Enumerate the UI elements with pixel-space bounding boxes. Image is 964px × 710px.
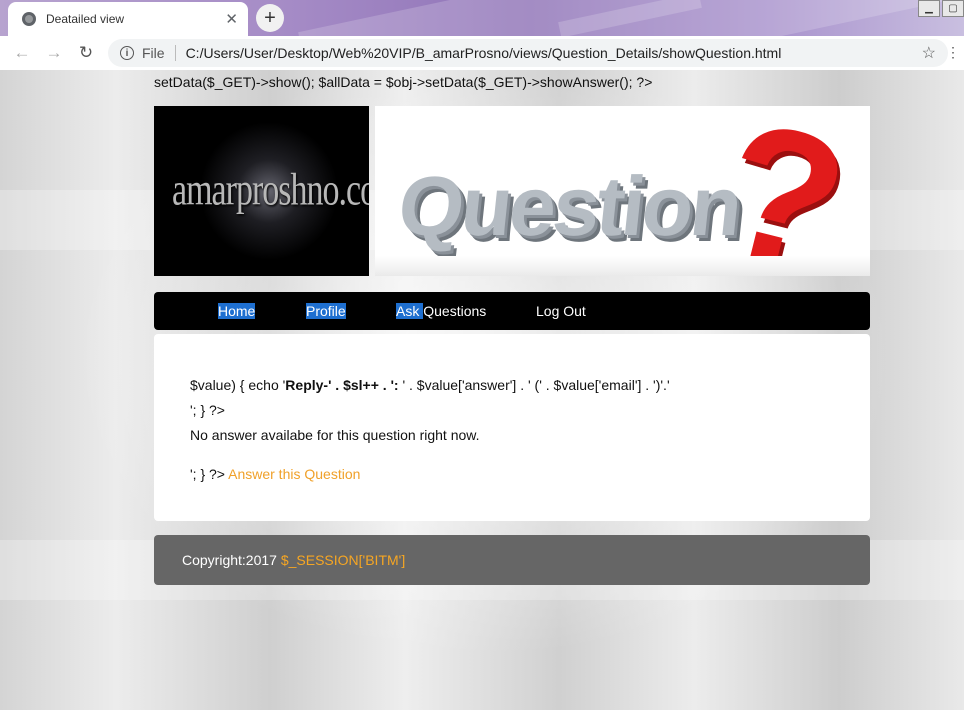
url-scheme-label: File (142, 45, 165, 61)
answers-panel: $value) { echo 'Reply-' . $sl++ . ': ' .… (154, 334, 870, 521)
tab-title: Deatailed view (46, 12, 125, 26)
reload-icon[interactable]: ↻ (70, 43, 102, 63)
php-close-line: '; } ?> (190, 402, 225, 418)
globe-icon (22, 12, 36, 26)
close-tab-icon[interactable]: ✕ (225, 10, 238, 28)
browser-tab[interactable]: Deatailed view ✕ (8, 2, 248, 36)
answer-line-bold: Reply-' . $sl++ . ': (285, 377, 399, 393)
answer-line-pre: $value) { echo ' (190, 377, 286, 393)
bookmark-star-icon[interactable]: ☆ (922, 43, 936, 63)
minimize-button[interactable]: ▁ (918, 0, 940, 17)
answer-link-line: '; } ?> Answer this Question (190, 466, 360, 482)
nav-home[interactable]: Home (218, 303, 256, 319)
maximize-button[interactable]: ▢ (942, 0, 964, 17)
site-logo-text: amarproshno.com (172, 165, 369, 216)
nav-ask-suffix: Questions (423, 303, 487, 319)
address-bar[interactable]: i File C:/Users/User/Desktop/Web%20VIP/B… (108, 39, 948, 67)
new-tab-button[interactable]: + (256, 4, 284, 32)
answer-template-line: $value) { echo 'Reply-' . $sl++ . ': ' .… (190, 377, 670, 393)
no-answer-message: No answer availabe for this question rig… (190, 427, 480, 443)
back-arrow-icon[interactable]: ← (6, 43, 38, 63)
question-banner-image: Question ? (375, 106, 870, 276)
copyright-text: Copyright:2017 $_SESSION['BITM'] (182, 552, 405, 568)
forward-arrow-icon[interactable]: → (38, 43, 70, 63)
browser-toolbar: ← → ↻ i File C:/Users/User/Desktop/Web%2… (0, 36, 964, 70)
window-controls: ▁ ▢ (916, 0, 964, 17)
page-footer: Copyright:2017 $_SESSION['BITM'] (154, 535, 870, 585)
nav-ask-questions[interactable]: Ask Questions (396, 303, 486, 319)
main-nav: Home Profile Ask Questions Log Out (154, 292, 870, 330)
site-logo-banner: amarproshno.com (154, 106, 369, 276)
answer-link-prefix: '; } ?> (190, 466, 229, 482)
page-body: setData($_GET)->show(); $allData = $obj-… (0, 70, 964, 710)
answer-question-link[interactable]: Answer this Question (228, 466, 360, 482)
nav-logout[interactable]: Log Out (536, 303, 586, 319)
question-word-graphic: Question (394, 159, 745, 253)
session-variable-text: $_SESSION['BITM'] (280, 552, 406, 568)
raw-php-text: setData($_GET)->show(); $allData = $obj-… (154, 74, 653, 90)
browser-menu-icon[interactable]: ⋮ (946, 44, 960, 61)
address-separator (174, 45, 176, 61)
nav-ask-prefix: Ask (396, 303, 424, 319)
url-text[interactable]: C:/Users/User/Desktop/Web%20VIP/B_amarPr… (186, 45, 922, 61)
browser-tab-strip: Deatailed view ✕ + ▁ ▢ (0, 0, 964, 36)
info-icon[interactable]: i (120, 46, 134, 60)
copyright-label: Copyright:2017 (182, 552, 281, 568)
question-mark-graphic: ? (701, 106, 865, 276)
banner-floor (375, 256, 870, 276)
answer-line-post: ' . $value['answer'] . ' (' . $value['em… (398, 377, 670, 393)
nav-profile[interactable]: Profile (306, 303, 346, 319)
